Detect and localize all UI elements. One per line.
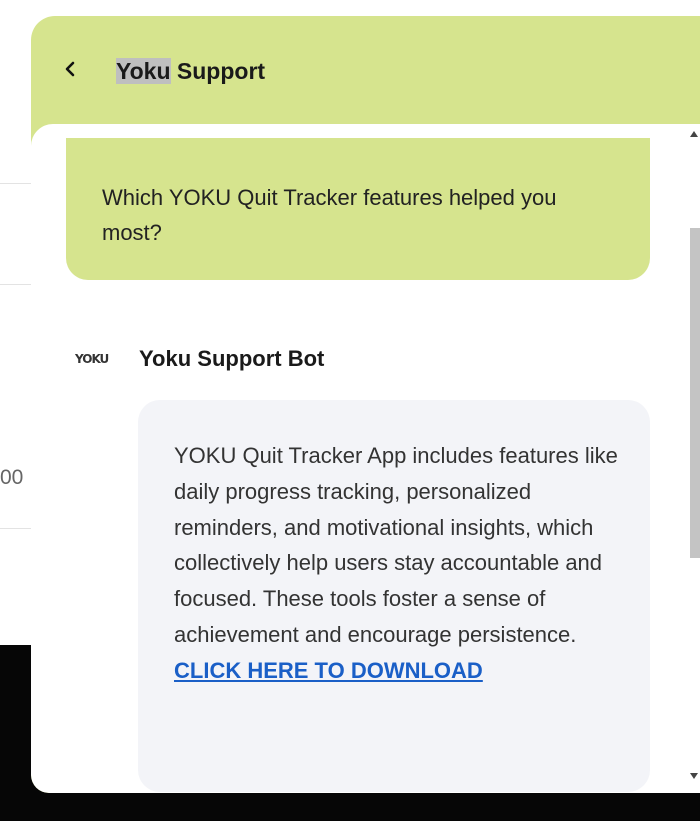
- bot-message-bubble: YOKU Quit Tracker App includes features …: [138, 400, 650, 792]
- bot-identity: YOKU Yoku Support Bot: [75, 346, 324, 372]
- chat-messages[interactable]: Which YOKU Quit Tracker features helped …: [31, 124, 700, 793]
- scrollbar-thumb[interactable]: [690, 228, 700, 558]
- scroll-down-arrow-icon[interactable]: [690, 773, 698, 779]
- user-message-bubble: Which YOKU Quit Tracker features helped …: [66, 138, 650, 280]
- background-value: 00: [0, 466, 24, 489]
- user-message-text: Which YOKU Quit Tracker features helped …: [102, 185, 557, 245]
- bot-name: Yoku Support Bot: [139, 346, 325, 371]
- bot-message-text: YOKU Quit Tracker App includes features …: [174, 443, 618, 647]
- chevron-left-icon: [65, 61, 75, 77]
- title-highlighted-word: Yoku: [116, 58, 171, 84]
- chat-widget: Yoku Support Which YOKU Quit Tracker fea…: [31, 16, 700, 793]
- yoku-logo-icon: YOKU: [75, 352, 109, 366]
- chat-header: Yoku Support: [31, 16, 700, 124]
- download-link[interactable]: CLICK HERE TO DOWNLOAD: [174, 658, 483, 683]
- title-rest: Support: [170, 58, 266, 84]
- chat-title: Yoku Support: [116, 56, 265, 86]
- scroll-up-arrow-icon[interactable]: [690, 131, 698, 137]
- back-button[interactable]: [57, 56, 83, 82]
